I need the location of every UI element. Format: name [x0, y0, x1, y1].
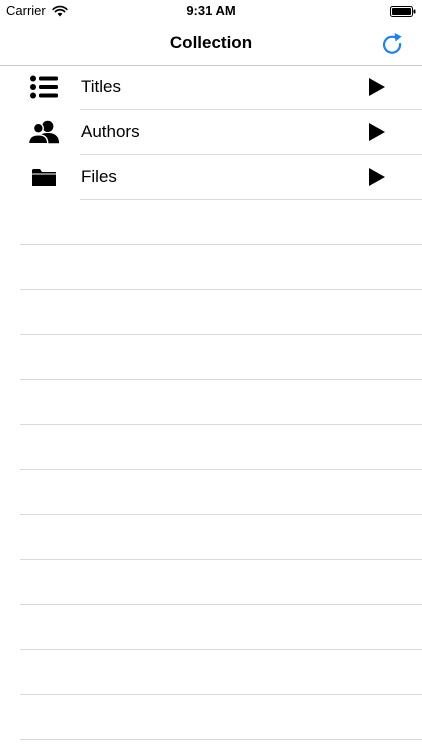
empty-row [0, 470, 422, 515]
empty-row [0, 425, 422, 470]
empty-row [0, 515, 422, 560]
page-title: Collection [169, 33, 253, 52]
empty-row [0, 605, 422, 650]
app-screen: Carrier 9:31 AM Collection Titles Author… [0, 0, 422, 750]
collection-list: Titles Authors Files [0, 65, 422, 740]
row-divider [20, 739, 422, 740]
play-arrow-icon [368, 77, 386, 97]
list-item-label: Titles [81, 77, 121, 96]
refresh-icon [382, 33, 402, 54]
empty-row [0, 650, 422, 695]
empty-row [0, 335, 422, 380]
empty-row [0, 380, 422, 425]
list-item-files[interactable]: Files [0, 155, 422, 200]
empty-row [0, 560, 422, 605]
list-item-authors[interactable]: Authors [0, 110, 422, 155]
empty-row [0, 200, 422, 245]
battery-icon [390, 5, 416, 17]
list-item-label: Authors [81, 122, 140, 141]
list-item-titles[interactable]: Titles [0, 65, 422, 110]
folder-icon [28, 163, 60, 191]
status-bar: Carrier 9:31 AM [0, 0, 422, 22]
list-item-label: Files [81, 167, 117, 186]
empty-row [0, 245, 422, 290]
empty-row [0, 290, 422, 335]
status-time: 9:31 AM [186, 3, 236, 18]
refresh-button[interactable] [378, 30, 406, 58]
play-arrow-icon [368, 122, 386, 142]
play-arrow-icon [368, 167, 386, 187]
list-icon [28, 73, 60, 101]
people-icon [28, 118, 60, 146]
empty-row [0, 695, 422, 740]
navigation-bar: Collection [0, 22, 422, 66]
